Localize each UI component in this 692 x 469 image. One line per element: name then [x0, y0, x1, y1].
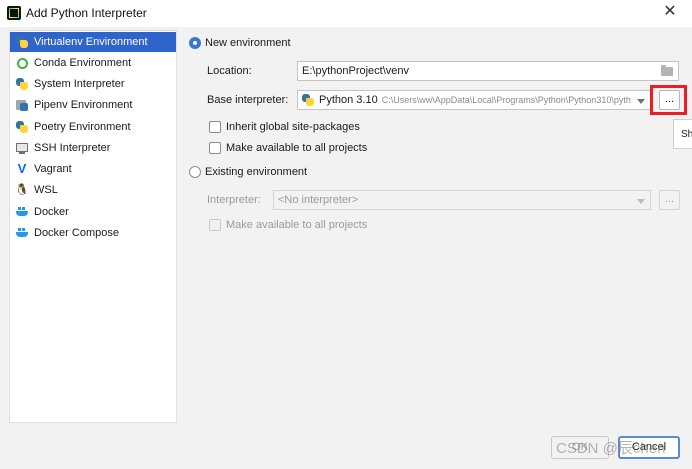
- title-bar: Add Python Interpreter ✕: [0, 0, 692, 27]
- location-value: E:\pythonProject\venv: [302, 65, 410, 77]
- sidebar-item-system[interactable]: System Interpreter: [10, 74, 176, 94]
- environment-type-list: Virtualenv Environment Conda Environment…: [9, 30, 177, 423]
- location-label: Location:: [207, 65, 252, 77]
- sidebar-item-label: Virtualenv Environment: [34, 36, 148, 48]
- docker-icon: [16, 206, 28, 218]
- window-title: Add Python Interpreter: [26, 6, 147, 20]
- base-interpreter-path: C:\Users\ww\AppData\Local\Programs\Pytho…: [381, 95, 631, 105]
- poetry-icon: [16, 121, 28, 133]
- sidebar-item-label: System Interpreter: [34, 78, 125, 90]
- pipenv-icon: [16, 99, 28, 111]
- python-icon: [302, 94, 314, 106]
- sidebar-item-label: SSH Interpreter: [34, 142, 111, 154]
- make-available-checkbox[interactable]: [209, 142, 221, 154]
- base-interpreter-select[interactable]: Python 3.10 C:\Users\ww\AppData\Local\Pr…: [297, 90, 651, 110]
- ssh-icon: [16, 142, 28, 154]
- existing-make-available-label: Make available to all projects: [226, 219, 368, 231]
- existing-environment-radio[interactable]: [189, 166, 201, 178]
- base-interpreter-name: Python 3.10: [319, 94, 378, 106]
- make-available-label: Make available to all projects: [226, 142, 368, 154]
- interpreter-label: Interpreter:: [207, 194, 261, 206]
- sidebar-item-label: WSL: [34, 184, 58, 196]
- sidebar-item-label: Conda Environment: [34, 57, 132, 69]
- tooltip: Sh: [673, 119, 692, 149]
- sidebar-item-docker[interactable]: Docker: [10, 202, 176, 222]
- interpreter-placeholder: <No interpreter>: [278, 194, 359, 206]
- sidebar-item-label: Vagrant: [34, 163, 72, 175]
- sidebar-item-poetry[interactable]: Poetry Environment: [10, 117, 176, 137]
- inherit-site-packages-label: Inherit global site-packages: [226, 121, 360, 133]
- chevron-down-icon: [637, 99, 645, 104]
- sidebar-item-docker-compose[interactable]: Docker Compose: [10, 223, 176, 243]
- new-environment-label: New environment: [205, 37, 291, 49]
- base-interpreter-label: Base interpreter:: [207, 94, 289, 106]
- sidebar-item-virtualenv[interactable]: Virtualenv Environment: [10, 32, 176, 52]
- close-icon[interactable]: ✕: [660, 2, 680, 22]
- highlight-annotation: [650, 85, 687, 115]
- sidebar-item-wsl[interactable]: 🐧 WSL: [10, 180, 176, 200]
- inherit-site-packages-checkbox[interactable]: [209, 121, 221, 133]
- folder-icon[interactable]: [661, 65, 673, 76]
- ok-button[interactable]: OK: [551, 436, 609, 459]
- chevron-down-icon: [637, 199, 645, 204]
- python-icon: [16, 78, 28, 90]
- sidebar-item-conda[interactable]: Conda Environment: [10, 53, 176, 73]
- linux-icon: 🐧: [15, 184, 29, 196]
- sidebar-item-label: Docker Compose: [34, 227, 119, 239]
- cancel-button[interactable]: Cancel: [618, 436, 680, 459]
- sidebar-item-vagrant[interactable]: V Vagrant: [10, 159, 176, 179]
- sidebar-item-label: Poetry Environment: [34, 121, 131, 133]
- docker-icon: [16, 227, 28, 239]
- interpreter-select[interactable]: <No interpreter>: [273, 190, 651, 210]
- sidebar-item-label: Pipenv Environment: [34, 99, 133, 111]
- location-input[interactable]: E:\pythonProject\venv: [297, 61, 679, 81]
- sidebar-item-ssh[interactable]: SSH Interpreter: [10, 138, 176, 158]
- python-icon: [16, 36, 28, 48]
- sidebar-item-pipenv[interactable]: Pipenv Environment: [10, 95, 176, 115]
- pycharm-logo-icon: [7, 6, 21, 20]
- existing-make-available-checkbox[interactable]: [209, 219, 221, 231]
- browse-interpreter-button[interactable]: ...: [659, 190, 680, 210]
- new-environment-radio[interactable]: [189, 37, 201, 49]
- conda-icon: [16, 57, 28, 69]
- existing-environment-label: Existing environment: [205, 166, 308, 178]
- vagrant-icon: V: [17, 161, 27, 176]
- sidebar-item-label: Docker: [34, 206, 69, 218]
